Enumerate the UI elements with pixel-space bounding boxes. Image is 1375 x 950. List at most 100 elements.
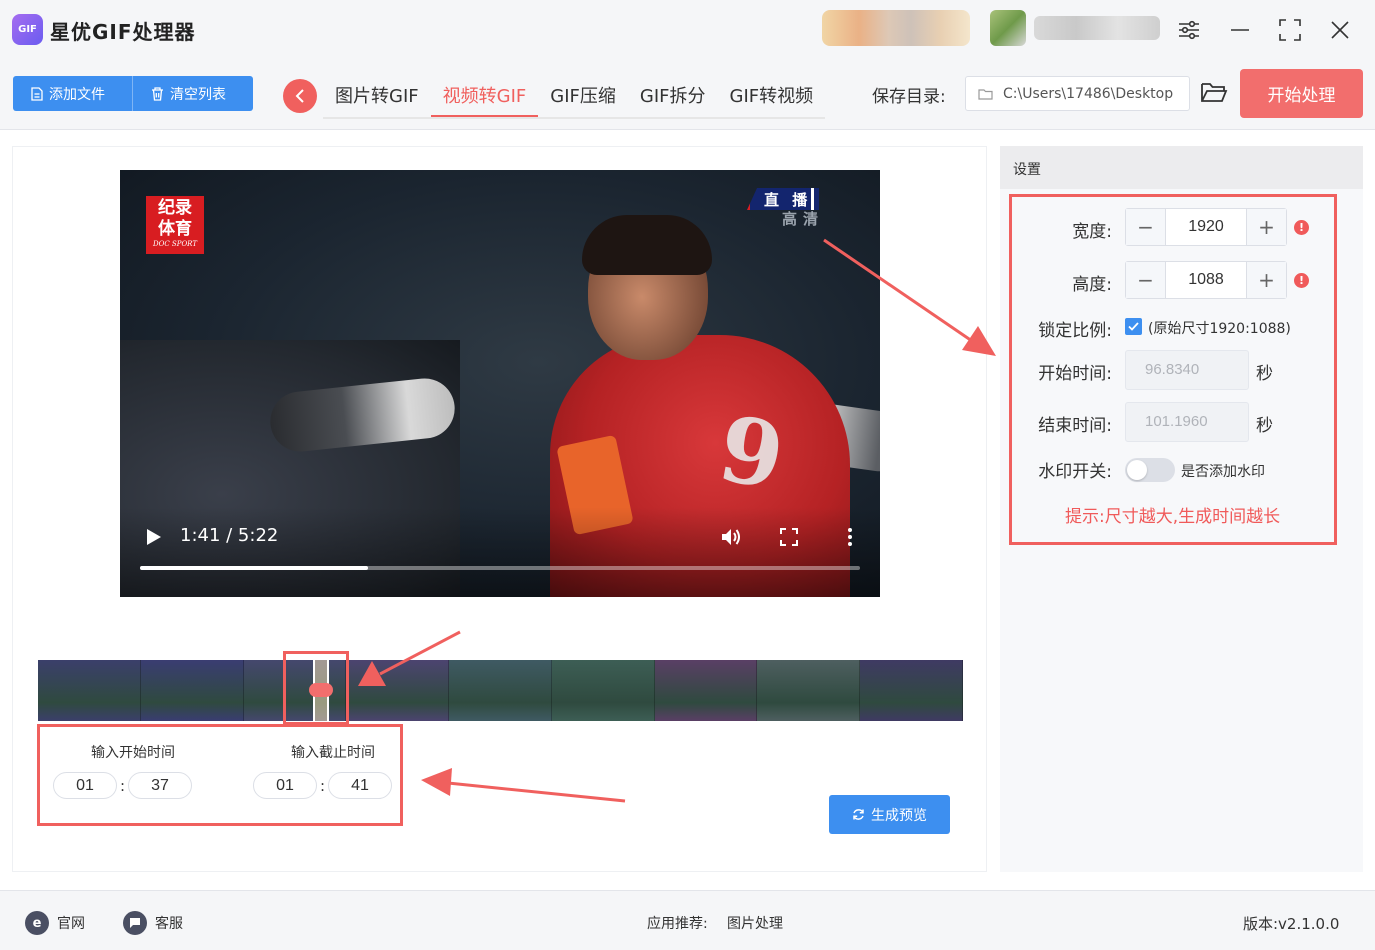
website-link[interactable]: e 官网: [25, 911, 85, 935]
timeline-range-handle[interactable]: [309, 683, 333, 697]
live-badge: 直 播: [747, 188, 820, 210]
fullscreen-icon[interactable]: [780, 528, 798, 546]
generate-preview-label: 生成预览: [871, 807, 927, 824]
end-time-unit: 秒: [1256, 416, 1273, 436]
tab-4[interactable]: GIF拆分: [628, 74, 718, 117]
tab-2[interactable]: 视频转GIF: [430, 74, 539, 117]
frame-timeline[interactable]: [38, 660, 963, 721]
height-increase-button[interactable]: +: [1246, 262, 1286, 298]
add-file-button[interactable]: 添加文件: [13, 76, 133, 111]
tab-3[interactable]: GIF压缩: [538, 74, 628, 117]
timeline-frame: [654, 660, 758, 721]
width-decrease-button[interactable]: −: [1126, 209, 1166, 245]
start-time-group: 输入开始时间 :: [53, 742, 213, 799]
height-warning-icon: !: [1294, 273, 1309, 288]
video-scene-player-hair: [582, 215, 712, 275]
start-time-value: 96.8340: [1125, 350, 1249, 390]
toggle-knob: [1127, 460, 1147, 480]
recommend-label: 应用推荐:: [647, 916, 708, 932]
save-directory-field[interactable]: C:\Users\17486\Desktop: [965, 76, 1190, 111]
maximize-icon[interactable]: [1272, 12, 1308, 48]
channel-logo: 纪录 体育 DOC SPORT: [146, 196, 204, 254]
play-icon[interactable]: [146, 528, 162, 546]
customer-service-label: 客服: [155, 916, 183, 932]
start-time-setting-label: 开始时间:: [1038, 364, 1112, 384]
chat-bubble-icon: [123, 911, 147, 935]
file-button-group: 添加文件 清空列表: [13, 76, 253, 111]
folder-outline-icon: [978, 88, 993, 100]
height-label: 高度:: [1072, 275, 1112, 295]
app-title: 星优GIF处理器: [50, 20, 196, 44]
video-player[interactable]: 9 纪录 体育 DOC SPORT 直 播 高清 1:41 / 5:22: [120, 170, 880, 597]
clear-list-button[interactable]: 清空列表: [133, 76, 253, 111]
customer-service-link[interactable]: 客服: [123, 911, 183, 935]
version-text: 版本:v2.1.0.0: [1243, 915, 1340, 933]
timeline-frame: [757, 660, 861, 721]
watermark-toggle[interactable]: [1125, 458, 1175, 482]
trash-icon: [152, 86, 163, 101]
video-controls-overlay: [120, 507, 880, 597]
back-button[interactable]: [283, 79, 317, 113]
tab-1[interactable]: 图片转GIF: [323, 74, 431, 117]
start-minute-input[interactable]: [53, 772, 117, 799]
lock-ratio-label: 锁定比例:: [1038, 321, 1112, 341]
tab-5[interactable]: GIF转视频: [718, 74, 826, 117]
timeline-frame: [346, 660, 450, 721]
lock-ratio-checkbox[interactable]: [1125, 318, 1142, 335]
width-stepper: − 1920 +: [1125, 208, 1287, 246]
start-processing-button[interactable]: 开始处理: [1240, 69, 1363, 118]
close-icon[interactable]: [1322, 12, 1358, 48]
width-warning-icon: !: [1294, 220, 1309, 235]
time-separator: :: [320, 776, 326, 795]
more-options-icon[interactable]: [842, 526, 858, 548]
blurred-user-info: [822, 10, 970, 46]
timeline-frame: [551, 660, 655, 721]
video-progress-bar[interactable]: [140, 566, 860, 570]
size-hint: 提示:尺寸越大,生成时间越长: [1065, 507, 1281, 527]
timeline-frame: [860, 660, 963, 721]
settings-sliders-icon[interactable]: [1171, 12, 1207, 48]
timeline-frame: [140, 660, 244, 721]
height-stepper: − 1088 +: [1125, 261, 1287, 299]
checkmark-icon: [1128, 322, 1139, 331]
timeline-frame: [449, 660, 552, 721]
footer: e 官网 客服 应用推荐: 图片处理 版本:v2.1.0.0: [0, 890, 1375, 950]
end-second-input[interactable]: [328, 772, 392, 799]
width-value[interactable]: 1920: [1166, 209, 1246, 245]
volume-icon[interactable]: [720, 526, 742, 548]
start-time-unit: 秒: [1256, 364, 1273, 384]
website-label: 官网: [57, 916, 85, 932]
add-file-label: 添加文件: [49, 86, 105, 103]
recommend-app-link[interactable]: 图片处理: [727, 913, 783, 933]
save-directory-label: 保存目录:: [872, 87, 946, 107]
end-time-label: 输入截止时间: [291, 745, 375, 761]
chevron-left-icon: [295, 89, 304, 103]
browse-folder-icon[interactable]: [1200, 80, 1228, 108]
file-icon: [31, 86, 43, 101]
end-time-setting-label: 结束时间:: [1038, 416, 1112, 436]
height-decrease-button[interactable]: −: [1126, 262, 1166, 298]
generate-preview-button[interactable]: 生成预览: [829, 795, 950, 834]
width-increase-button[interactable]: +: [1246, 209, 1286, 245]
original-size-text: (原始尺寸1920:1088): [1148, 321, 1291, 337]
app-logo-icon: GIF: [12, 14, 43, 45]
start-second-input[interactable]: [128, 772, 192, 799]
timeline-frame: [38, 660, 141, 721]
mode-tabs: 图片转GIF 视频转GIF GIF压缩 GIF拆分 GIF转视频: [323, 74, 825, 119]
channel-logo-sub: DOC SPORT: [153, 240, 197, 248]
browser-e-icon: e: [25, 911, 49, 935]
minimize-icon[interactable]: [1222, 12, 1258, 48]
title-bar: GIF 星优GIF处理器: [0, 0, 1375, 60]
end-time-value: 101.1960: [1125, 402, 1249, 442]
watermark-toggle-text: 是否添加水印: [1181, 464, 1265, 480]
end-minute-input[interactable]: [253, 772, 317, 799]
toolbar: 添加文件 清空列表 图片转GIF 视频转GIF GIF压缩 GIF拆分 GIF转视频 保…: [0, 60, 1375, 130]
watermark-label: 水印开关:: [1038, 462, 1112, 482]
save-directory-path: C:\Users\17486\Desktop: [1003, 85, 1174, 102]
channel-logo-line: 体育: [158, 219, 192, 239]
channel-logo-line: 纪录: [158, 198, 192, 218]
refresh-icon: [853, 809, 864, 820]
video-progress-fill: [140, 566, 368, 570]
height-value[interactable]: 1088: [1166, 262, 1246, 298]
blurred-avatar: [990, 10, 1026, 46]
